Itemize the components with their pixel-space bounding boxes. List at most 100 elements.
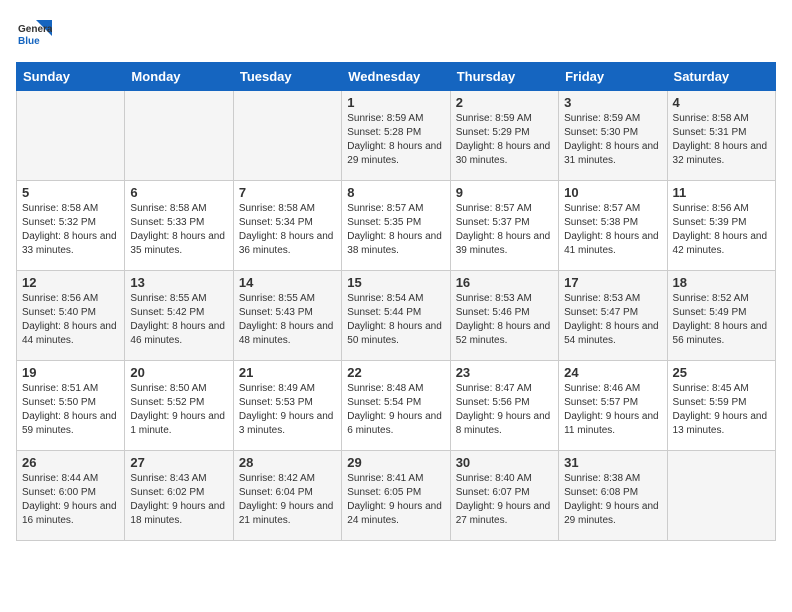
day-number: 18 [673,275,770,290]
day-number: 22 [347,365,444,380]
day-info: Sunrise: 8:57 AMSunset: 5:37 PMDaylight:… [456,202,553,258]
day-number: 2 [456,95,553,110]
calendar-cell: 8Sunrise: 8:57 AMSunset: 5:35 PMDaylight… [342,181,450,271]
day-number: 31 [564,455,661,470]
day-number: 24 [564,365,661,380]
day-info: Sunrise: 8:55 AMSunset: 5:42 PMDaylight:… [130,292,227,348]
day-info: Sunrise: 8:48 AMSunset: 5:54 PMDaylight:… [347,382,444,438]
calendar-cell: 3 Sunrise: 8:59 AMSunset: 5:30 PMDaylight… [559,91,667,181]
calendar-cell: 13 Sunrise: 8:55 AMSunset: 5:42 PMDayligh… [125,271,233,361]
day-number: 17 [564,275,661,290]
svg-text:General: General [18,24,52,35]
day-number: 8 [347,185,444,200]
day-number: 16 [456,275,553,290]
calendar-cell [233,91,341,181]
day-number: 26 [22,455,119,470]
day-info: Sunrise: 8:38 AMSunset: 6:08 PMDaylight:… [564,472,661,528]
calendar-cell: 2 Sunrise: 8:59 AMSunset: 5:29 PMDaylight… [450,91,558,181]
day-info: Sunrise: 8:46 AMSunset: 5:57 PMDaylight:… [564,382,661,438]
calendar-cell: 19 Sunrise: 8:51 AMSunset: 5:50 PMDayligh… [17,361,125,451]
logo: General Blue [16,16,56,52]
weekday-header: Wednesday [342,63,450,91]
calendar-cell: 6 Sunrise: 8:58 AMSunset: 5:33 PMDaylight… [125,181,233,271]
calendar-cell: 30 Sunrise: 8:40 AMSunset: 6:07 PMDayligh… [450,451,558,541]
day-number: 20 [130,365,227,380]
weekday-header: Thursday [450,63,558,91]
day-number: 3 [564,95,661,110]
day-info: Sunrise: 8:45 AMSunset: 5:59 PMDaylight:… [673,382,770,438]
calendar-cell: 12Sunrise: 8:56 AMSunset: 5:40 PMDayligh… [17,271,125,361]
day-number: 13 [130,275,227,290]
calendar-cell [17,91,125,181]
day-info: Sunrise: 8:53 AMSunset: 5:46 PMDaylight:… [456,292,553,348]
calendar-cell: 21 Sunrise: 8:49 AMSunset: 5:53 PMDayligh… [233,361,341,451]
weekday-header: Saturday [667,63,775,91]
calendar-cell: 29 Sunrise: 8:41 AMSunset: 6:05 PMDayligh… [342,451,450,541]
day-number: 5 [22,185,119,200]
calendar-cell: 24 Sunrise: 8:46 AMSunset: 5:57 PMDayligh… [559,361,667,451]
day-number: 9 [456,185,553,200]
weekday-header: Tuesday [233,63,341,91]
day-number: 14 [239,275,336,290]
day-info: Sunrise: 8:49 AMSunset: 5:53 PMDaylight:… [239,382,336,438]
day-info: Sunrise: 8:54 AMSunset: 5:44 PMDaylight:… [347,292,444,348]
day-number: 23 [456,365,553,380]
day-info: Sunrise: 8:59 AMSunset: 5:30 PMDaylight:… [564,112,661,168]
day-number: 12 [22,275,119,290]
calendar-cell: 31 Sunrise: 8:38 AMSunset: 6:08 PMDayligh… [559,451,667,541]
day-info: Sunrise: 8:41 AMSunset: 6:05 PMDaylight:… [347,472,444,528]
calendar-cell: 7 Sunrise: 8:58 AMSunset: 5:34 PMDaylight… [233,181,341,271]
day-info: Sunrise: 8:59 AMSunset: 5:29 PMDaylight:… [456,112,553,168]
day-number: 21 [239,365,336,380]
day-number: 19 [22,365,119,380]
calendar-cell: 16 Sunrise: 8:53 AMSunset: 5:46 PMDayligh… [450,271,558,361]
calendar-cell: 22 Sunrise: 8:48 AMSunset: 5:54 PMDayligh… [342,361,450,451]
day-info: Sunrise: 8:58 AMSunset: 5:34 PMDaylight:… [239,202,336,258]
day-number: 4 [673,95,770,110]
day-number: 30 [456,455,553,470]
calendar-cell: 27Sunrise: 8:43 AMSunset: 6:02 PMDayligh… [125,451,233,541]
calendar-cell: 1Sunrise: 8:59 AMSunset: 5:28 PMDaylight… [342,91,450,181]
day-number: 11 [673,185,770,200]
calendar-cell: 15Sunrise: 8:54 AMSunset: 5:44 PMDayligh… [342,271,450,361]
day-info: Sunrise: 8:40 AMSunset: 6:07 PMDaylight:… [456,472,553,528]
weekday-header: Monday [125,63,233,91]
calendar-cell: 5Sunrise: 8:58 AMSunset: 5:32 PMDaylight… [17,181,125,271]
day-info: Sunrise: 8:53 AMSunset: 5:47 PMDaylight:… [564,292,661,348]
calendar-cell: 18 Sunrise: 8:52 AMSunset: 5:49 PMDayligh… [667,271,775,361]
calendar-cell: 23 Sunrise: 8:47 AMSunset: 5:56 PMDayligh… [450,361,558,451]
page-header: General Blue [16,16,776,52]
day-info: Sunrise: 8:58 AMSunset: 5:33 PMDaylight:… [130,202,227,258]
calendar-cell: 26Sunrise: 8:44 AMSunset: 6:00 PMDayligh… [17,451,125,541]
calendar-cell: 10Sunrise: 8:57 AMSunset: 5:38 PMDayligh… [559,181,667,271]
day-number: 7 [239,185,336,200]
weekday-header: Sunday [17,63,125,91]
day-info: Sunrise: 8:42 AMSunset: 6:04 PMDaylight:… [239,472,336,528]
day-number: 1 [347,95,444,110]
day-number: 29 [347,455,444,470]
day-info: Sunrise: 8:58 AMSunset: 5:31 PMDaylight:… [673,112,770,168]
day-info: Sunrise: 8:56 AMSunset: 5:39 PMDaylight:… [673,202,770,258]
day-info: Sunrise: 8:51 AMSunset: 5:50 PMDaylight:… [22,382,119,438]
day-number: 6 [130,185,227,200]
calendar-cell: 17 Sunrise: 8:53 AMSunset: 5:47 PMDayligh… [559,271,667,361]
calendar-cell: 25 Sunrise: 8:45 AMSunset: 5:59 PMDayligh… [667,361,775,451]
day-info: Sunrise: 8:50 AMSunset: 5:52 PMDaylight:… [130,382,227,438]
logo-icon: General Blue [16,16,52,52]
day-info: Sunrise: 8:47 AMSunset: 5:56 PMDaylight:… [456,382,553,438]
calendar-cell [125,91,233,181]
calendar-cell: 14Sunrise: 8:55 AMSunset: 5:43 PMDayligh… [233,271,341,361]
calendar-table: SundayMondayTuesdayWednesdayThursdayFrid… [16,62,776,541]
calendar-cell: 4 Sunrise: 8:58 AMSunset: 5:31 PMDaylight… [667,91,775,181]
calendar-cell: 9 Sunrise: 8:57 AMSunset: 5:37 PMDaylight… [450,181,558,271]
day-info: Sunrise: 8:57 AMSunset: 5:38 PMDaylight:… [564,202,661,258]
calendar-cell: 28 Sunrise: 8:42 AMSunset: 6:04 PMDayligh… [233,451,341,541]
day-info: Sunrise: 8:52 AMSunset: 5:49 PMDaylight:… [673,292,770,348]
day-info: Sunrise: 8:43 AMSunset: 6:02 PMDaylight:… [130,472,227,528]
weekday-header: Friday [559,63,667,91]
calendar-cell [667,451,775,541]
calendar-cell: 11 Sunrise: 8:56 AMSunset: 5:39 PMDayligh… [667,181,775,271]
day-number: 25 [673,365,770,380]
calendar-cell: 20 Sunrise: 8:50 AMSunset: 5:52 PMDayligh… [125,361,233,451]
day-number: 28 [239,455,336,470]
